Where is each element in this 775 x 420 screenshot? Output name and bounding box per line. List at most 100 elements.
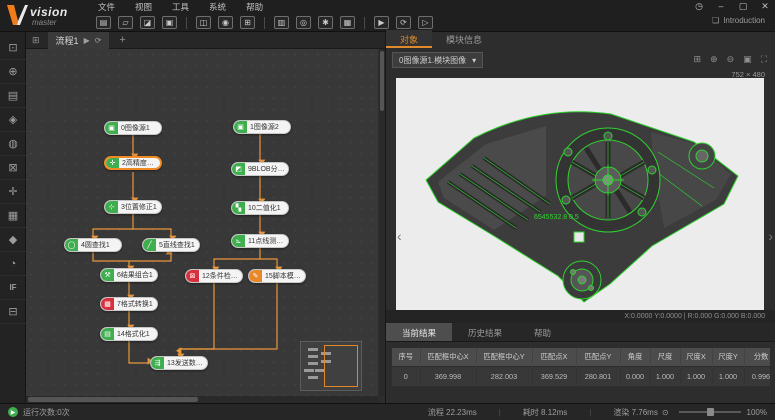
flow-node-n4[interactable]: ◯4圆查找1 — [64, 238, 122, 252]
shortcut-icon[interactable]: ▦ — [340, 16, 355, 29]
flow-node-n7[interactable]: ▦7格式转换1 — [100, 297, 158, 311]
step-run-icon[interactable]: ▷ — [418, 16, 433, 29]
result-tab[interactable]: 当前结果 — [386, 323, 452, 341]
measurement-icon[interactable]: ▤ — [0, 84, 26, 108]
menu-item[interactable]: 系统 — [207, 0, 228, 14]
calibration-icon[interactable]: ⊠ — [0, 156, 26, 180]
flow-node-n0[interactable]: ▣0图像源1 — [104, 121, 162, 135]
minimap-viewport[interactable] — [324, 345, 358, 387]
maximize-icon[interactable]: ▢ — [737, 1, 749, 12]
viewer-tab[interactable]: 对象 — [386, 30, 432, 48]
flow-node-n2[interactable]: ✛2高精度匹配1 — [104, 156, 162, 170]
metric-流程: 流程 22.23ms — [428, 408, 477, 417]
run-continuous-icon[interactable]: ⟳ — [396, 16, 411, 29]
flow-node-n12[interactable]: ⊠12条件检测1 — [185, 269, 243, 283]
node-label: 6结果组合1 — [114, 270, 156, 280]
table-cell: 280.801 — [576, 366, 620, 386]
recognition-icon[interactable]: ◈ — [0, 108, 26, 132]
alignment-icon[interactable]: ✛ — [0, 180, 26, 204]
flow-node-n5[interactable]: ╱5直线查找1 — [142, 238, 200, 252]
save-icon[interactable]: ▤ — [96, 16, 111, 29]
node-label: 5直线查找1 — [156, 240, 198, 250]
image-processing-icon[interactable]: ▦ — [0, 204, 26, 228]
node-icon: ▚ — [232, 202, 245, 214]
zoom-out-icon[interactable]: ⊖ — [727, 54, 735, 65]
main-toolbar: ▤ ▱ ◪ ▣ ◫ ◉ ⊞ ▥ ◎ ✱ ▦ ▶ ⟳ ▷ — [96, 13, 433, 32]
canvas-zoom-slider[interactable] — [679, 411, 741, 413]
camera-icon[interactable]: ◉ — [218, 16, 233, 29]
introduction-link[interactable]: ❏ Introduction — [712, 16, 765, 25]
image-source-dropdown[interactable]: 0图像源1.模块图像 ▾ — [392, 52, 483, 68]
theme-icon[interactable]: ◷ — [693, 1, 705, 12]
fit-window-icon[interactable]: ⊞ — [694, 54, 702, 65]
flow-list-icon[interactable]: ⊞ — [32, 35, 40, 46]
image-save-icon[interactable]: ▣ — [162, 16, 177, 29]
table-header: 尺度X — [680, 348, 712, 366]
viewer-tabs: 对象模块信息 — [386, 30, 496, 48]
table-cell: 369.998 — [420, 366, 476, 386]
brand-name: vision — [30, 5, 68, 19]
logic-tool-icon[interactable]: IF — [0, 276, 26, 300]
color-processing-icon[interactable]: ◆ — [0, 228, 26, 252]
table-cell: 0 — [392, 366, 420, 386]
chevron-down-icon: ▾ — [472, 56, 476, 65]
table-cell: 0.000 — [620, 366, 650, 386]
flow-node-n10[interactable]: ▚10二值化1 — [231, 201, 289, 215]
flow-node-n15[interactable]: ✎15脚本模块1 — [248, 269, 306, 283]
display-icon[interactable]: ▥ — [274, 16, 289, 29]
menu-item[interactable]: 视图 — [133, 0, 154, 14]
result-tab[interactable]: 帮助 — [518, 323, 567, 341]
node-label: 12条件检测1 — [199, 271, 242, 281]
status-bar: ▶ 运行次数:0次 流程 22.23ms|耗时 8.12ms|渲染 7.76ms… — [0, 403, 775, 420]
scale-icon[interactable]: ⊞ — [240, 16, 255, 29]
result-tab[interactable]: 历史结果 — [452, 323, 518, 341]
viewer-tab[interactable]: 模块信息 — [432, 30, 496, 48]
close-icon[interactable]: ✕ — [759, 1, 771, 12]
node-label: 4圆查找1 — [78, 240, 113, 250]
next-image-arrow[interactable]: › — [768, 228, 773, 244]
image-viewport[interactable]: 6545532.8 0.5 ‹ — [396, 78, 764, 310]
run-status-icon: ▶ — [8, 407, 18, 417]
brand-sub: master — [32, 18, 56, 27]
export-icon[interactable]: ◪ — [140, 16, 155, 29]
flow-node-n11[interactable]: ⊾11点线测量1 — [231, 234, 289, 248]
flow-node-n9[interactable]: ◩9BLOB分析1 — [231, 162, 289, 176]
global-settings-icon[interactable]: ✱ — [318, 16, 333, 29]
location-icon[interactable]: ⊕ — [0, 60, 26, 84]
minimize-icon[interactable]: – — [715, 1, 727, 12]
communication-icon[interactable]: ⊟ — [0, 300, 26, 324]
flow-horizontal-scrollbar[interactable] — [26, 396, 378, 403]
run-once-icon[interactable]: ▶ — [374, 16, 389, 29]
node-label: 7格式转换1 — [114, 299, 156, 309]
node-label: 11点线测量1 — [245, 236, 288, 246]
acquisition-camera-icon[interactable]: ⊡ — [0, 36, 26, 60]
menu-item[interactable]: 帮助 — [244, 0, 265, 14]
menu-item[interactable]: 文件 — [96, 0, 117, 14]
flow-node-n13[interactable]: ⇶13发送数据1 — [150, 356, 208, 370]
add-flow-button[interactable]: + — [119, 34, 125, 46]
one-to-one-icon[interactable]: ▣ — [743, 54, 752, 65]
open-folder-icon[interactable]: ▱ — [118, 16, 133, 29]
node-icon: ⚒ — [101, 269, 114, 281]
flow-minimap[interactable] — [300, 341, 362, 391]
fullscreen-icon[interactable]: ⛶ — [761, 54, 767, 65]
flow-node-n3[interactable]: ⊹3位置修正1 — [104, 200, 162, 214]
zoom-in-icon[interactable]: ⊕ — [710, 54, 718, 65]
result-table-wrap: 序号匹配框中心X匹配框中心Y匹配点X匹配点Y角度尺度尺度X尺度Y分数 0369.… — [392, 348, 770, 398]
flow-canvas[interactable]: ▣0图像源1 ✛2高精度匹配1 ⊹3位置修正1 ◯4圆查找1 ╱5直线查找1 ⚒6结果组合… — [26, 49, 378, 396]
table-row[interactable]: 0369.998282.003369.529280.8010.0001.0001… — [392, 366, 770, 386]
tag-icon[interactable]: ◎ — [296, 16, 311, 29]
menu-item[interactable]: 工具 — [170, 0, 191, 14]
defect-detection-icon[interactable]: ◔ — [0, 252, 26, 276]
flow-tab[interactable]: 流程1 ▶ ⟳ — [48, 32, 110, 49]
flow-node-n14[interactable]: ▤14格式化1 — [100, 327, 158, 341]
flow-node-n1[interactable]: ▣1图像源2 — [233, 120, 291, 134]
flow-run-icon[interactable]: ▶ — [84, 36, 90, 45]
window-layout-icon[interactable]: ◫ — [196, 16, 211, 29]
prev-image-arrow[interactable]: ‹ — [397, 228, 402, 244]
flow-node-n6[interactable]: ⚒6结果组合1 — [100, 268, 158, 282]
flow-loop-icon[interactable]: ⟳ — [95, 36, 102, 45]
table-cell: 1.000 — [680, 366, 712, 386]
node-label: 13发送数据1 — [164, 358, 207, 368]
deep-learning-icon[interactable]: ◍ — [0, 132, 26, 156]
